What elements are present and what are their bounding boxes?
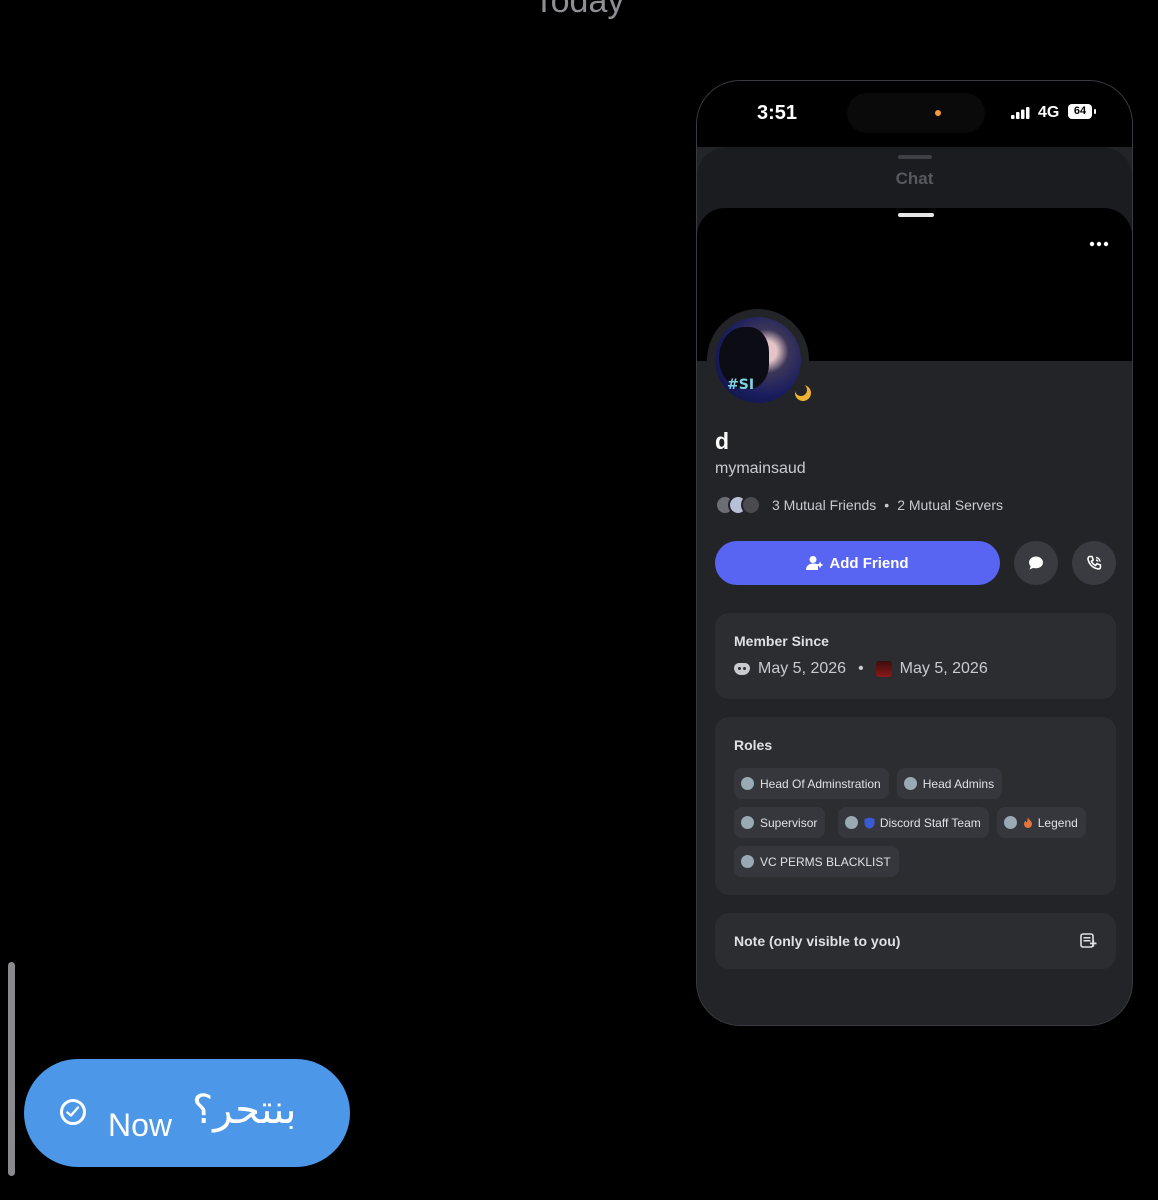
message-button[interactable] [1014, 541, 1058, 585]
server-join-date: May 5, 2026 [899, 660, 988, 677]
mutual-servers[interactable]: 2 Mutual Servers [897, 497, 1003, 513]
role-chip[interactable]: Discord Staff Team [837, 807, 989, 838]
idle-status-icon [792, 382, 814, 404]
call-button[interactable] [1072, 541, 1116, 585]
role-chip[interactable]: Head Admins [896, 768, 1003, 799]
separator: • [858, 660, 864, 677]
profile-sheet: #SI d mymainsaud 3 Mutual Friends • 2 Mu… [697, 208, 1132, 1025]
avatar[interactable]: #SI [707, 309, 814, 411]
battery-icon: 64 [1068, 104, 1096, 119]
message-time: Now [108, 1107, 173, 1143]
mutual-avatar [741, 495, 761, 515]
display-name: d [715, 428, 730, 454]
role-chip[interactable]: Head Of Adminstration [734, 768, 889, 799]
shield-icon [864, 817, 875, 829]
more-options-icon[interactable] [1089, 241, 1109, 247]
role-chip[interactable]: Supervisor [734, 807, 826, 838]
status-time: 3:51 [757, 102, 798, 124]
roles-title: Roles [734, 737, 773, 753]
status-bar: 3:51 4G 64 [697, 81, 1132, 147]
sheet-grabber[interactable] [898, 213, 934, 217]
member-since-card: Member Since May 5, 2026 • May 5, 2026 [715, 613, 1116, 699]
server-icon [875, 661, 892, 677]
check-circle-icon [60, 1099, 86, 1125]
note-label: Note (only visible to you) [734, 933, 901, 949]
discord-join-date: May 5, 2026 [758, 660, 847, 677]
signal-icon [1011, 107, 1030, 119]
sent-message-bubble[interactable]: Now بنتحر؟ [24, 1059, 350, 1167]
username: mymainsaud [715, 460, 806, 477]
screenshot-attachment[interactable]: 3:51 4G 64 Chat #SI d mymainsaud 3 Mutua… [696, 80, 1133, 1026]
add-friend-label: Add Friend [829, 554, 909, 572]
message-text: بنتحر؟ [192, 1087, 297, 1133]
network-label: 4G [1038, 104, 1060, 121]
discord-icon [734, 663, 750, 675]
chat-bubble-icon [1029, 556, 1043, 570]
date-divider: Today [533, 0, 625, 20]
chat-label[interactable]: Chat [697, 169, 1132, 189]
avatar-image: #SI [715, 317, 801, 403]
mutual-friends[interactable]: 3 Mutual Friends [772, 497, 876, 513]
separator: • [884, 497, 890, 513]
member-since-row: May 5, 2026 • May 5, 2026 [734, 660, 988, 678]
avatar-tag: #SI [727, 377, 755, 393]
scrollbar[interactable] [8, 962, 15, 1176]
add-friend-button[interactable]: Add Friend [715, 541, 1000, 585]
phone-call-icon [1086, 555, 1101, 570]
roles-list: Head Of Adminstration Head Admins Supervis… [734, 768, 1104, 885]
mutuals-row[interactable]: 3 Mutual Friends • 2 Mutual Servers [715, 495, 1003, 515]
member-since-title: Member Since [734, 633, 829, 649]
role-chip[interactable]: VC PERMS BLACKLIST [734, 846, 899, 877]
note-card[interactable]: Note (only visible to you) [715, 913, 1116, 969]
role-chip[interactable]: Legend [996, 807, 1086, 838]
add-friend-icon [806, 556, 823, 570]
chat-grabber [898, 155, 932, 159]
add-note-icon[interactable] [1080, 933, 1097, 949]
fire-icon [1023, 817, 1032, 828]
dynamic-island [847, 93, 985, 133]
roles-card: Roles Head Of Adminstration Head Admins Su… [715, 717, 1116, 895]
